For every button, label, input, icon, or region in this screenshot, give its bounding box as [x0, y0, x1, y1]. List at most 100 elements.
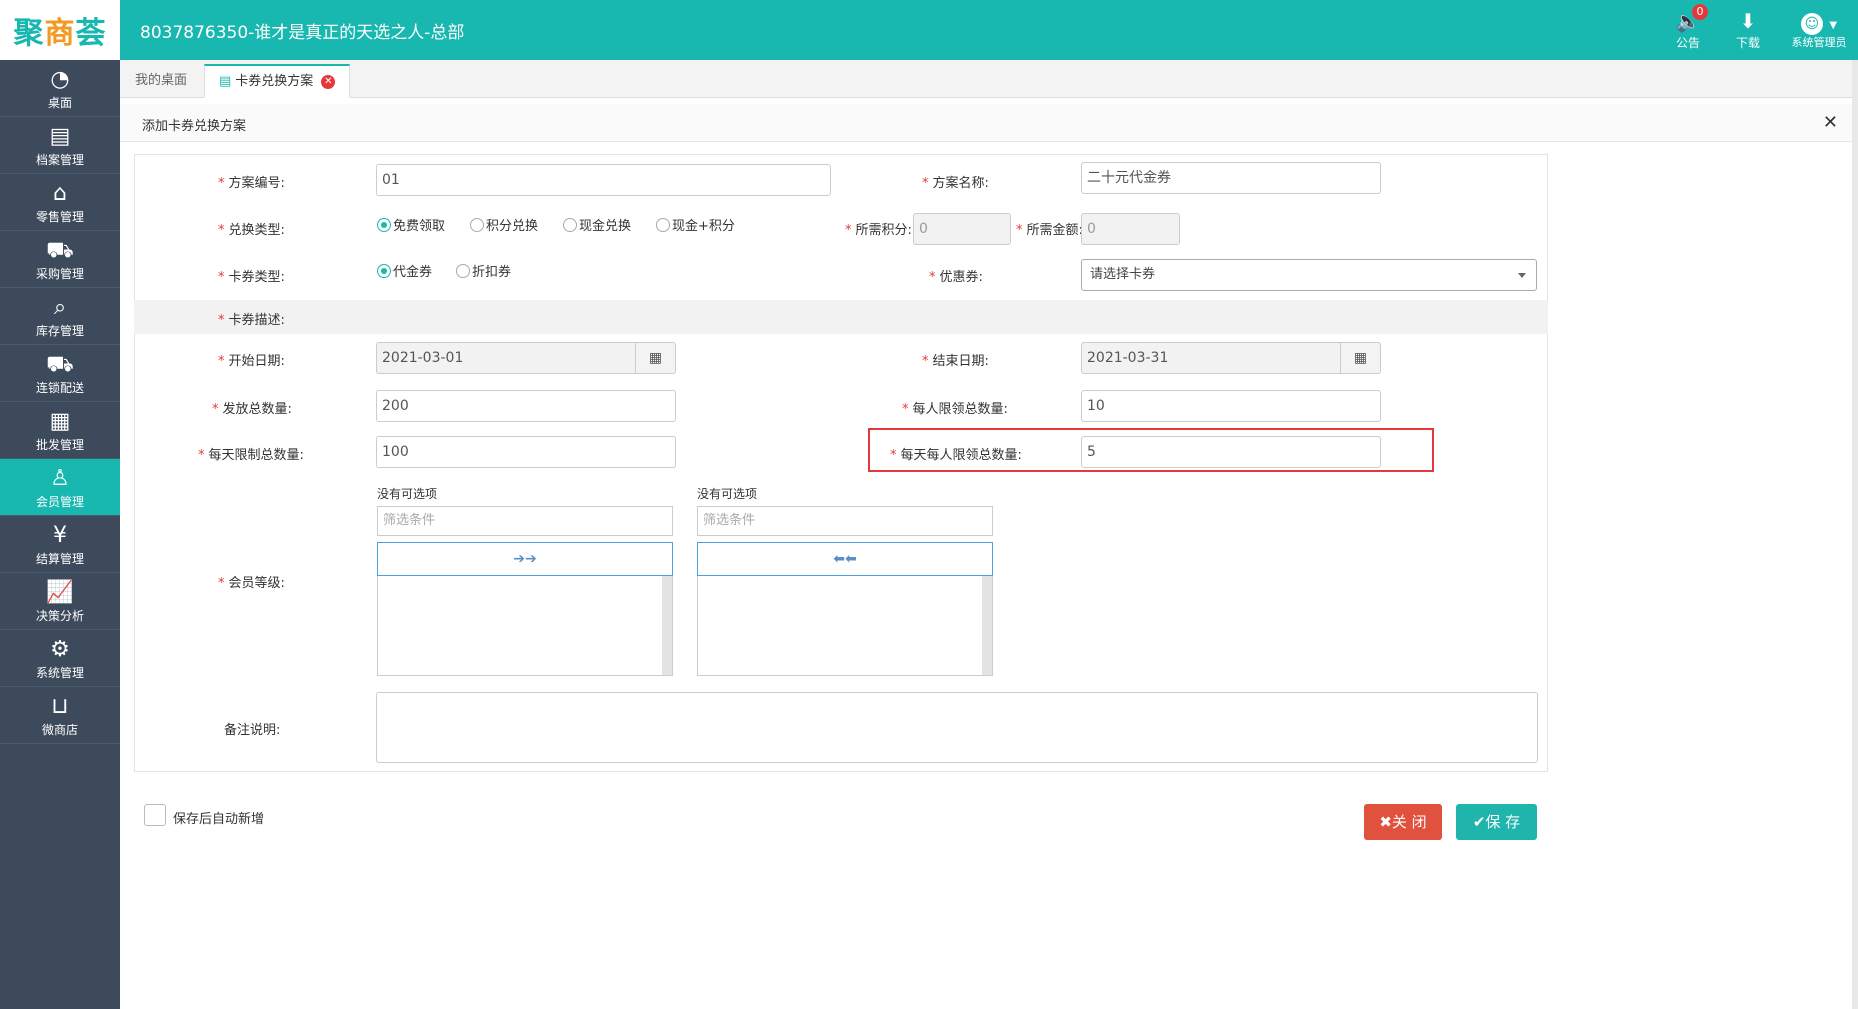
auto-add-label: 保存后自动新增: [173, 812, 265, 827]
dual-left-title: 没有可选项: [377, 487, 438, 501]
sidebar-item-9[interactable]: 📈 决策分析: [0, 573, 120, 630]
user-menu[interactable]: ☺ ▼ 系统管理员: [1784, 8, 1854, 50]
close-button[interactable]: ✖关 闭: [1364, 804, 1442, 840]
end-date-label: * 结束日期:: [922, 354, 989, 369]
member-level-label: * 会员等级:: [218, 576, 285, 591]
page-scrollbar[interactable]: [1852, 60, 1858, 1009]
sidebar-item-label: 会员管理: [35, 495, 84, 509]
start-date-input[interactable]: 2021-03-01: [376, 342, 636, 374]
close-icon[interactable]: ✕: [1823, 112, 1838, 133]
calendar-icon[interactable]: ▦: [636, 342, 676, 374]
radio-cash-points[interactable]: 现金+积分: [656, 215, 735, 234]
sidebar-item-label: 决策分析: [35, 609, 84, 623]
calendar-icon[interactable]: ▦: [1341, 342, 1381, 374]
card-type-label: * 卡券类型:: [218, 270, 285, 285]
sidebar-item-6[interactable]: ▦ 批发管理: [0, 402, 120, 459]
sidebar-item-label: 库存管理: [35, 324, 84, 338]
daily-per-person-input[interactable]: 5: [1081, 436, 1381, 468]
remarks-label: 备注说明:: [224, 723, 281, 738]
sidebar-item-8[interactable]: ¥ 结算管理: [0, 516, 120, 573]
sidebar: ◔ 桌面 ▤ 档案管理 ⌂ 零售管理 ⛟ 采购管理 ⌕ 库存管理 ⛟ 连锁配送 ▦ 批发管理 ♙ 会员管理 ¥ 结…: [0, 60, 120, 1009]
required-points-label: * 所需积分:: [845, 223, 912, 238]
plan-no-label: * 方案编号:: [218, 176, 285, 191]
sidebar-item-5[interactable]: ⛟ 连锁配送: [0, 345, 120, 402]
sidebar-item-7[interactable]: ♙ 会员管理: [0, 459, 120, 516]
exchange-type-label: * 兑换类型:: [218, 223, 285, 238]
download-icon: ⬇: [1739, 9, 1757, 33]
tab-bar: 我的桌面 ▤ 卡券兑换方案 ✕: [120, 60, 1852, 98]
start-date-label: * 开始日期:: [218, 354, 285, 369]
auto-add-checkbox[interactable]: [144, 804, 166, 826]
download-button[interactable]: ⬇ 下载: [1718, 8, 1778, 51]
end-date-input[interactable]: 2021-03-31: [1081, 342, 1341, 374]
company-title: 8037876350-谁才是真正的天选之人-总部: [140, 23, 465, 43]
sidebar-item-1[interactable]: ▤ 档案管理: [0, 117, 120, 174]
sidebar-item-label: 微商店: [41, 723, 78, 737]
description-label: * 卡券描述:: [218, 313, 285, 328]
cart-icon: ⛟: [46, 238, 74, 263]
required-points-input[interactable]: 0: [913, 213, 1011, 245]
remarks-textarea[interactable]: [376, 692, 1538, 763]
radio-free[interactable]: 免费领取: [377, 215, 445, 234]
per-person-input[interactable]: 10: [1081, 390, 1381, 422]
panel-header: 添加卡券兑换方案 ✕: [120, 104, 1852, 142]
sidebar-item-4[interactable]: ⌕ 库存管理: [0, 288, 120, 345]
store-icon: ⌂: [53, 181, 67, 206]
radio-cash-voucher[interactable]: 代金券: [377, 261, 432, 280]
wholesale-icon: ▦: [49, 409, 71, 434]
save-button[interactable]: ✔保 存: [1456, 804, 1537, 840]
sidebar-item-2[interactable]: ⌂ 零售管理: [0, 174, 120, 231]
dual-right-title: 没有可选项: [697, 487, 758, 501]
sidebar-item-11[interactable]: ⊔ 微商店: [0, 687, 120, 744]
dual-right-filter[interactable]: 筛选条件: [697, 506, 993, 536]
dual-right-list[interactable]: [697, 576, 993, 676]
inventory-icon: ⌕: [53, 295, 67, 320]
chevron-down-icon: ▼: [1829, 20, 1838, 31]
panel-title: 添加卡券兑换方案: [142, 119, 247, 134]
radio-cash[interactable]: 现金兑换: [563, 215, 631, 234]
plan-name-input[interactable]: 二十元代金券: [1081, 162, 1381, 194]
per-person-label: * 每人限领总数量:: [902, 402, 1008, 417]
sidebar-item-10[interactable]: ⚙ 系统管理: [0, 630, 120, 687]
move-right-button[interactable]: ➔➔: [377, 542, 673, 576]
tab-close-icon[interactable]: ✕: [321, 74, 336, 89]
daily-per-person-label: * 每天每人限领总数量:: [890, 448, 1022, 463]
truck-icon: ⛟: [46, 352, 74, 377]
sidebar-item-label: 系统管理: [35, 666, 84, 680]
top-bar: 聚商荟 8037876350-谁才是真正的天选之人-总部 🔈 0 公告 ⬇ 下载…: [0, 0, 1858, 60]
sidebar-item-label: 连锁配送: [35, 381, 84, 395]
move-left-button[interactable]: ⬅⬅: [697, 542, 993, 576]
tab-home[interactable]: 我的桌面: [120, 64, 202, 98]
coupon-select[interactable]: 请选择卡券: [1081, 259, 1537, 291]
sidebar-item-label: 桌面: [47, 96, 72, 110]
sidebar-item-0[interactable]: ◔ 桌面: [0, 60, 120, 117]
scrollbar[interactable]: [982, 576, 992, 675]
notice-button[interactable]: 🔈 0 公告: [1658, 4, 1718, 51]
daily-limit-input[interactable]: 100: [376, 436, 676, 468]
description-row: [134, 300, 1548, 334]
daily-limit-label: * 每天限制总数量:: [198, 448, 304, 463]
dual-left-list[interactable]: [377, 576, 673, 676]
notice-badge: 0: [1692, 4, 1708, 20]
sidebar-item-label: 档案管理: [35, 153, 84, 167]
scrollbar[interactable]: [662, 576, 672, 675]
avatar: ☺: [1800, 13, 1823, 35]
sidebar-item-label: 结算管理: [35, 552, 84, 566]
plan-no-input[interactable]: 01: [376, 164, 831, 196]
plan-name-label: * 方案名称:: [922, 176, 989, 191]
shop-bag-icon: ⊔: [51, 694, 69, 719]
required-amount-input[interactable]: 0: [1081, 213, 1180, 245]
sidebar-item-3[interactable]: ⛟ 采购管理: [0, 231, 120, 288]
yen-icon: ¥: [53, 523, 67, 548]
sidebar-item-label: 采购管理: [35, 267, 84, 281]
radio-discount-voucher[interactable]: 折扣券: [456, 261, 511, 280]
gear-icon: ⚙: [50, 637, 70, 662]
total-qty-input[interactable]: 200: [376, 390, 676, 422]
tab-card-exchange[interactable]: ▤ 卡券兑换方案 ✕: [204, 64, 351, 98]
dashboard-icon: ◔: [50, 67, 70, 92]
dual-left-filter[interactable]: 筛选条件: [377, 506, 673, 536]
member-icon: ♙: [50, 466, 70, 491]
radio-points[interactable]: 积分兑换: [470, 215, 538, 234]
sidebar-item-label: 零售管理: [35, 210, 84, 224]
sidebar-item-label: 批发管理: [35, 438, 84, 452]
